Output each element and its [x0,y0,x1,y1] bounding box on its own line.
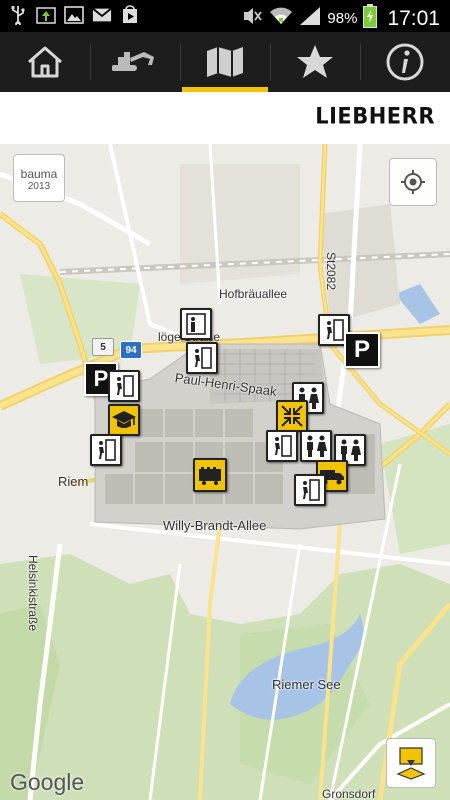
status-bar: 98% 17:01 [0,0,450,32]
entrance-door-icon [117,375,134,397]
map-view[interactable]: Hofbräuallee löge Straße Paul-Henri-Spaa… [0,144,450,800]
battery-percent: 98% [327,10,358,27]
download-icon [36,4,56,26]
people-icon [341,439,361,461]
poi-pin-parking-north[interactable]: P [344,332,380,368]
liebherr-logo: LIEBHERR [315,103,435,129]
street-label-helsinkistrasse: Helsinkistraße [26,554,41,632]
poi-pin-restrooms-east-2[interactable] [300,430,332,462]
main-toolbar [0,32,450,92]
graduation-cap-icon [112,411,136,428]
battery-icon [363,4,378,33]
signal-icon [299,6,321,31]
people-icon [307,435,327,457]
restroom-icon [186,313,206,335]
poi-pin-entrance-south-east[interactable] [294,474,326,506]
my-location-button[interactable] [389,158,437,206]
road-shield-5: 5 [92,338,114,356]
highway-shield-94: 94 [120,341,142,359]
entrance-door-icon [275,435,292,457]
clock: 17:01 [387,6,440,30]
excavator-icon [112,52,154,71]
poi-pin-restroom[interactable] [180,308,212,340]
bauma-logo-text: bauma [20,167,58,181]
layers-icon [396,747,426,780]
poi-pin-entrance-west-2[interactable] [90,434,122,466]
home-icon [28,46,62,78]
machines-tab[interactable] [90,32,180,92]
entrance-door-icon [195,347,212,369]
parking-label: P [353,336,370,363]
favorites-tab[interactable] [270,32,360,92]
meeting-arrows-icon [281,405,303,427]
poi-pin-entrance-east[interactable] [266,430,298,462]
map-icon [207,47,243,77]
place-label-gronsdorf: Gronsdorf [322,787,376,800]
info-tab[interactable] [360,32,450,92]
parking-label: P [93,366,109,391]
lake-label-riemer-see: Riemer See [272,677,341,692]
crosshair-icon [401,170,425,194]
poi-pin-entrance-west[interactable] [108,370,140,402]
image-icon [64,4,84,26]
entrance-door-icon [99,439,116,461]
home-tab[interactable] [0,32,90,92]
machine-icon [199,467,221,485]
google-attribution: Google [10,769,85,795]
entrance-door-icon [327,319,344,341]
poi-pin-meeting-point[interactable] [276,400,308,432]
place-label-riem: Riem [58,474,89,489]
road-label-st2082: St2082 [324,251,339,291]
brand-header: LIEBHERR [0,92,450,144]
play-store-icon [120,4,140,26]
star-icon [297,45,333,78]
poi-pin-entrance-1[interactable] [186,342,218,374]
info-icon [386,43,424,81]
bauma-logo-year: 2013 [27,181,51,192]
bauma-logo-button[interactable]: bauma 2013 [13,154,65,202]
map-tab[interactable] [180,32,270,92]
layers-button[interactable] [386,738,436,788]
gmail-icon [92,4,112,26]
poi-pin-education[interactable] [108,404,140,436]
mute-icon [241,6,263,31]
entrance-door-icon [303,479,320,501]
street-label-willy-brandt-allee: Willy-Brandt-Allee [163,518,267,533]
usb-icon [8,4,28,26]
wifi-icon [269,6,293,31]
poi-pin-liebherr-stand[interactable] [193,458,227,492]
street-label-hofbraeuallee: Hofbräuallee [219,287,288,301]
